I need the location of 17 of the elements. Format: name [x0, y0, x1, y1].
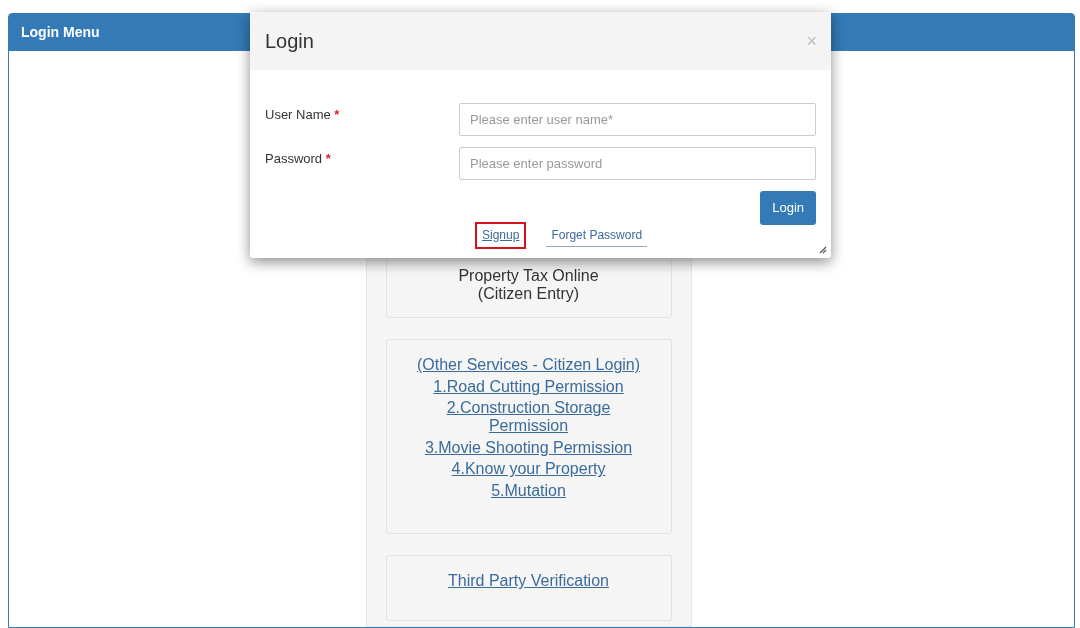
field-label: Password * — [265, 150, 332, 168]
field-label: User Name * — [265, 106, 341, 124]
resize-grip-icon[interactable] — [819, 246, 827, 254]
forget-password-link[interactable]: Forget Password — [546, 223, 648, 247]
password-field[interactable]: Please enter password — [459, 147, 816, 180]
service-link[interactable]: (Other Services - Citizen Login) — [416, 356, 641, 374]
service-link[interactable]: 1.Road Cutting Permission — [433, 377, 624, 396]
signup-link[interactable]: Signup — [477, 223, 525, 247]
login-button[interactable]: Login — [760, 191, 816, 225]
service-title: Property Tax Online (Citizen Entry) — [458, 267, 599, 303]
service-link[interactable]: Third Party Verification — [448, 572, 609, 590]
service-link[interactable]: 5.Mutation — [491, 481, 566, 500]
service-link[interactable]: 3.Movie Shooting Permission — [424, 438, 633, 457]
dialog-title: Login — [265, 29, 314, 54]
service-link[interactable]: 4.Know your Property — [451, 460, 606, 478]
service-link[interactable]: 2.Construction Storage Permission — [446, 399, 611, 435]
username-field[interactable]: Please enter user name* — [459, 103, 816, 136]
